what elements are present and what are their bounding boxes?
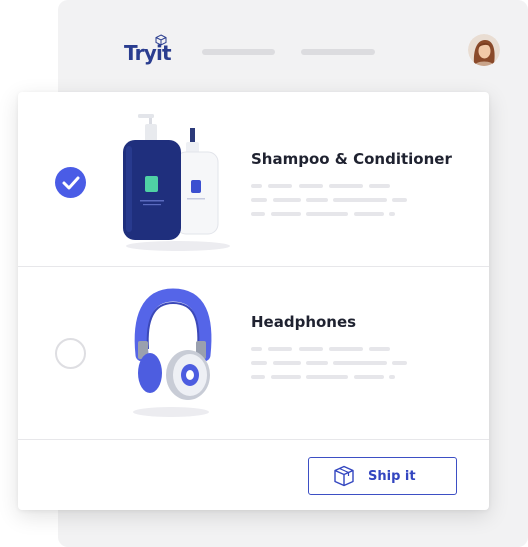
logo-text: Tryit	[124, 41, 172, 65]
checkmark-icon	[62, 176, 80, 190]
card-footer: Ship it	[18, 440, 489, 510]
product-title: Shampoo & Conditioner	[251, 150, 452, 168]
product-selection-card: Shampoo & Conditioner Headphones Ship it	[18, 92, 489, 510]
avatar[interactable]	[468, 34, 500, 66]
ship-it-label: Ship it	[368, 469, 416, 484]
box-icon	[334, 465, 354, 487]
user-avatar-icon	[468, 34, 500, 66]
unselected-checkbox[interactable]	[55, 338, 86, 369]
nav-placeholder-2[interactable]	[301, 49, 375, 55]
ship-it-button[interactable]: Ship it	[308, 457, 457, 495]
product-row-shampoo[interactable]: Shampoo & Conditioner	[18, 92, 489, 267]
product-row-headphones[interactable]: Headphones	[18, 267, 489, 440]
selected-checkbox[interactable]	[55, 167, 86, 198]
product-title: Headphones	[251, 313, 357, 331]
headphones-image	[133, 288, 212, 417]
nav-placeholder-1[interactable]	[202, 49, 275, 55]
logo[interactable]: Tryit	[124, 0, 184, 70]
shampoo-conditioner-bottles-image	[123, 114, 230, 251]
